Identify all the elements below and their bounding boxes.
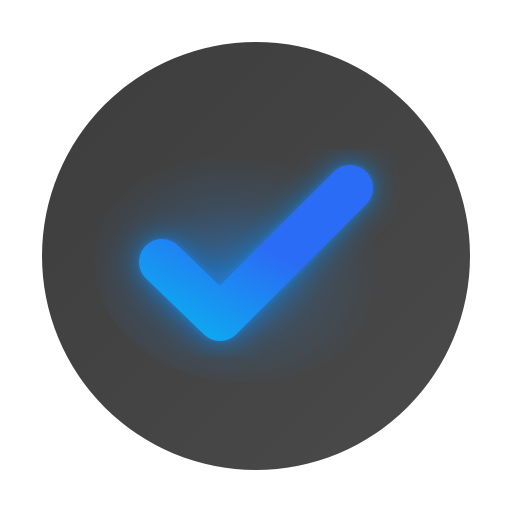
checkmark-badge	[42, 42, 470, 470]
app-icon	[0, 0, 512, 512]
